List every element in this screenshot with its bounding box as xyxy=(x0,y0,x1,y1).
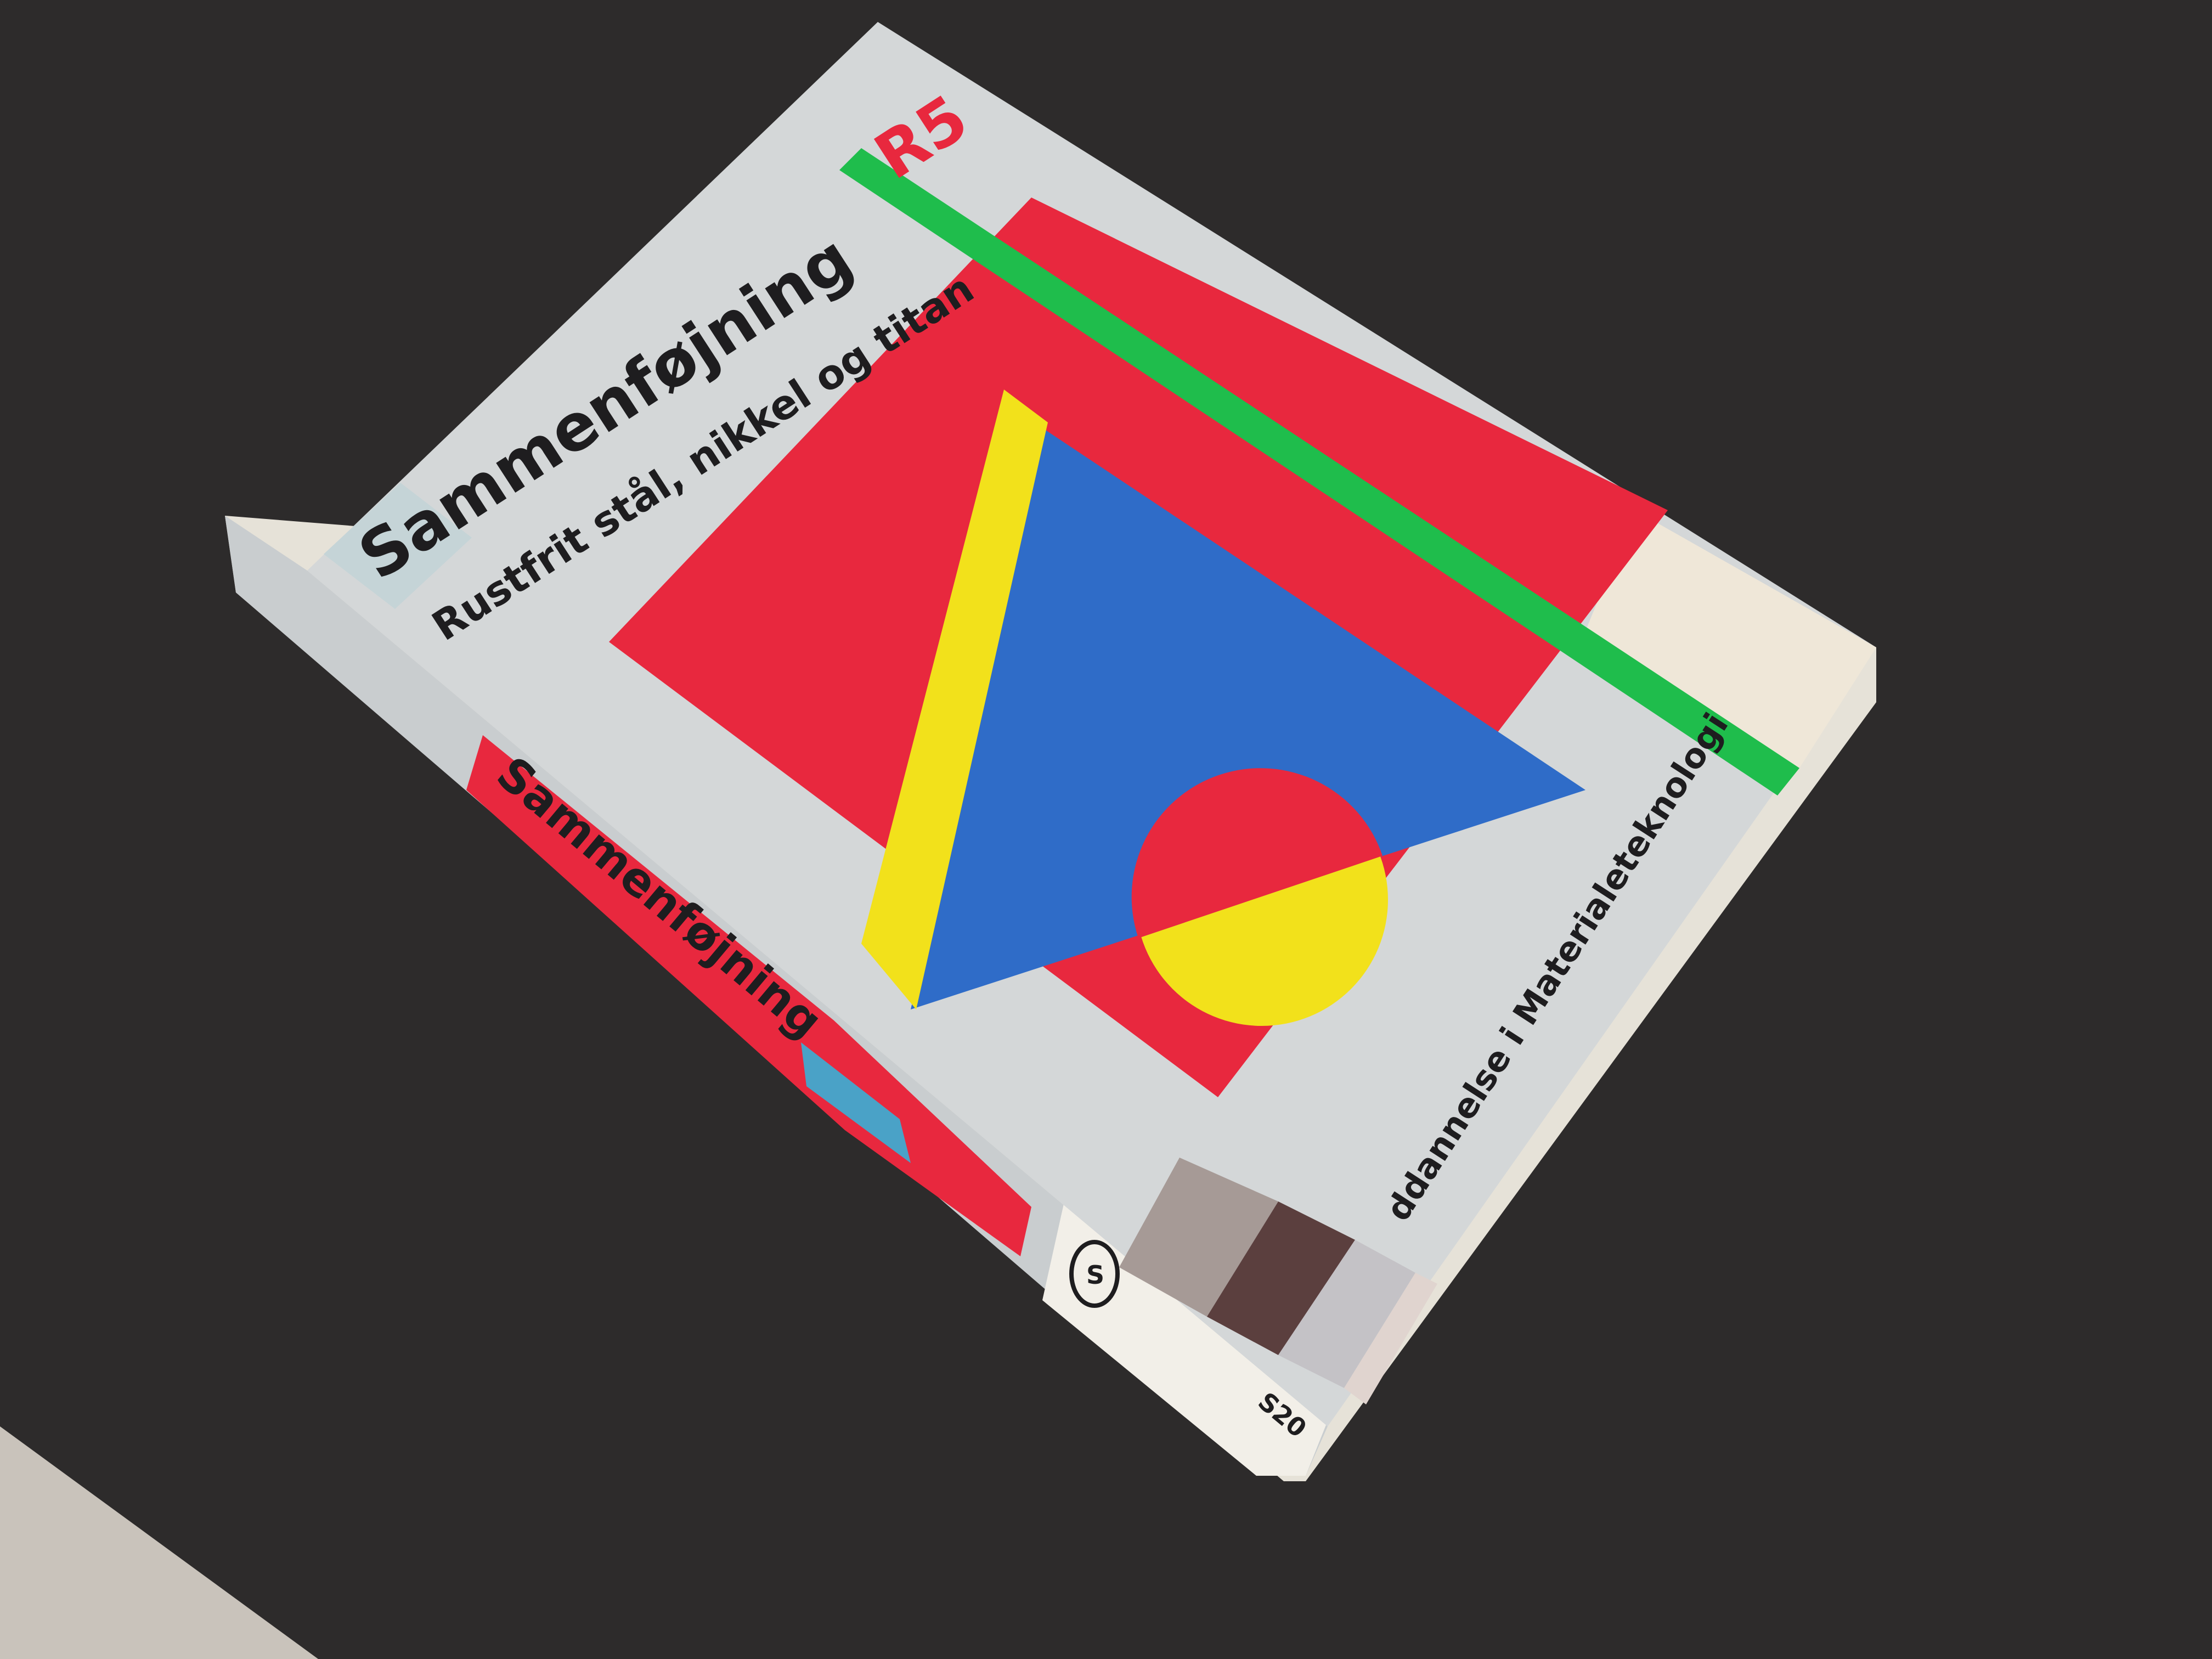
library-mark: S xyxy=(1086,1260,1104,1290)
photo-scene: Sammenføjning S S20 R5 Sammenføjning Rus… xyxy=(0,0,2212,1659)
